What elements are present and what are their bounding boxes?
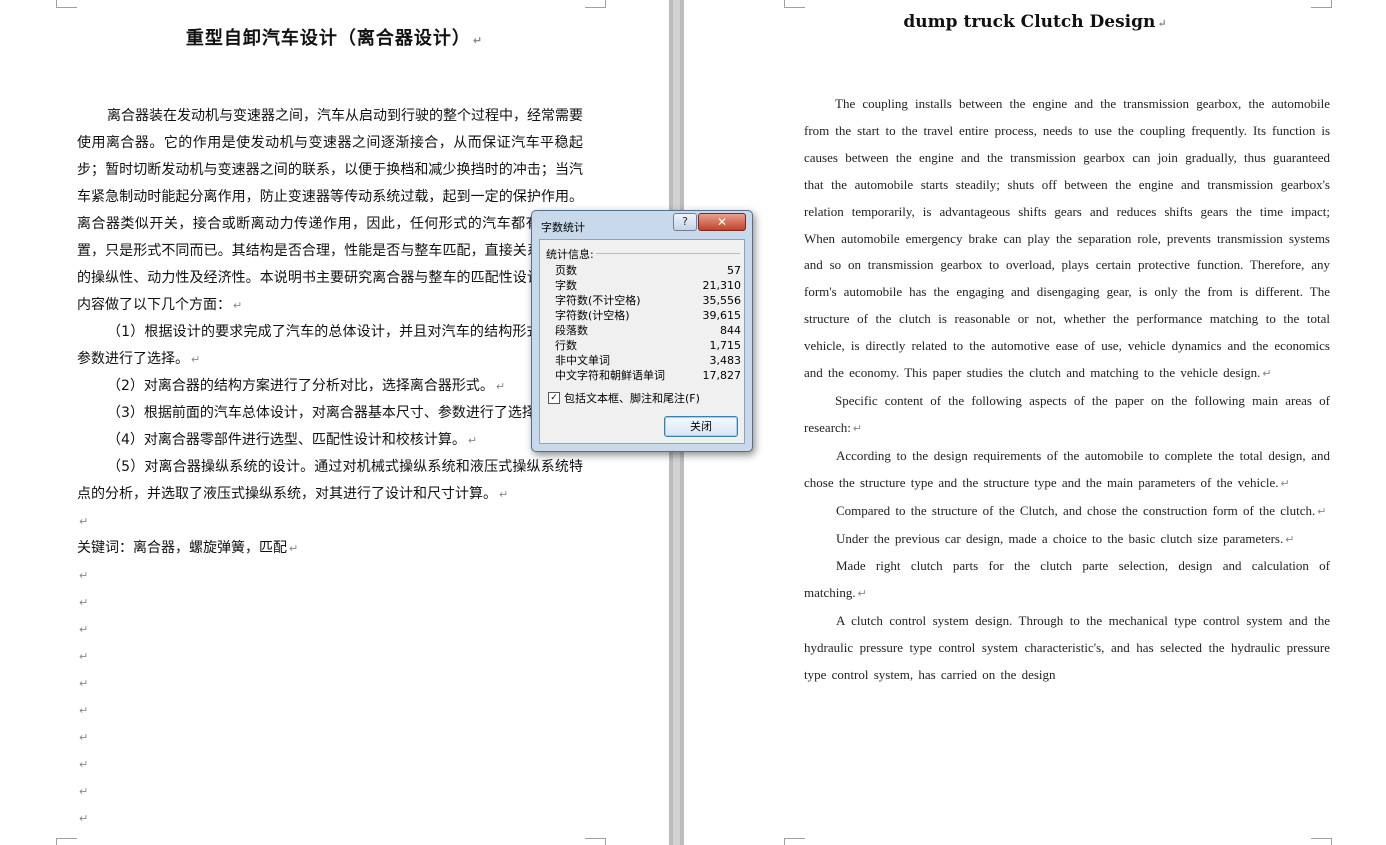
paragraph: （1）根据设计的要求完成了汽车的总体设计，并且对汽车的结构形式和主要参数进行了选… <box>77 324 583 367</box>
stat-label: 页数 <box>555 264 577 277</box>
stat-value: 3,483 <box>709 354 742 367</box>
crop-mark <box>1311 0 1332 8</box>
empty-paragraph: ↵ <box>79 731 89 744</box>
crop-mark <box>784 838 805 845</box>
paragraph: （5）对离合器操纵系统的设计。通过对机械式操纵系统和液压式操纵系统特点的分析，并… <box>77 459 583 502</box>
statistics-label: 统计信息: <box>546 248 594 261</box>
empty-paragraph: ↵ <box>79 569 89 582</box>
stat-value: 21,310 <box>702 279 742 292</box>
crop-mark <box>56 0 77 8</box>
stat-row: 中文字符和朝鲜语单词 17,827 <box>555 368 741 383</box>
keywords-line: 关键词：离合器，螺旋弹簧，匹配 ↵ <box>77 540 299 556</box>
stat-row: 段落数 844 <box>555 323 741 338</box>
stat-row: 字数 21,310 <box>555 278 741 293</box>
paragraph: A clutch control system design. Through … <box>804 613 1330 683</box>
paragraph: （2）对离合器的结构方案进行了分析对比，选择离合器形式。 ↵ <box>107 378 506 394</box>
paragraph: Compared to the structure of the Clutch,… <box>836 502 1327 518</box>
paragraph: （4）对离合器零部件进行选型、匹配性设计和校核计算。 ↵ <box>107 432 478 448</box>
stat-value: 39,615 <box>702 309 742 322</box>
stat-label: 中文字符和朝鲜语单词 <box>555 369 665 382</box>
stat-value: 35,556 <box>702 294 742 307</box>
crop-mark <box>1311 838 1332 845</box>
empty-paragraph: ↵ <box>79 677 89 690</box>
stat-row: 字符数(计空格) 39,615 <box>555 308 741 323</box>
stat-value: 17,827 <box>702 369 742 382</box>
dialog-title: 字数统计 <box>541 221 585 234</box>
stat-label: 段落数 <box>555 324 588 337</box>
empty-paragraph: ↵ <box>79 596 89 609</box>
empty-paragraph: ↵ <box>79 515 89 528</box>
paragraph: According to the design requirements of … <box>804 447 1330 490</box>
close-icon: ✕ <box>716 215 728 229</box>
stat-value: 844 <box>720 324 741 337</box>
stat-label: 非中文单词 <box>555 354 610 367</box>
separator <box>596 253 740 254</box>
paragraph: Under the previous car design, made a ch… <box>836 530 1295 546</box>
empty-paragraph: ↵ <box>79 650 89 663</box>
empty-paragraph: ↵ <box>79 812 89 825</box>
stat-value: 1,715 <box>709 339 742 352</box>
stat-row: 字符数(不计空格) 35,556 <box>555 293 741 308</box>
crop-mark <box>585 0 606 8</box>
crop-mark <box>585 838 606 845</box>
empty-paragraph: ↵ <box>79 758 89 771</box>
stat-label: 行数 <box>555 339 577 352</box>
paragraph: Specific content of the following aspect… <box>804 392 1330 435</box>
help-button[interactable]: ? <box>673 213 697 231</box>
stat-label: 字符数(不计空格) <box>555 294 641 307</box>
empty-paragraph: ↵ <box>79 623 89 636</box>
dialog-close-x-button[interactable]: ✕ <box>698 213 746 231</box>
stat-row: 行数 1,715 <box>555 338 741 353</box>
paragraph: Made right clutch parts for the clutch p… <box>804 558 1330 601</box>
stat-label: 字数 <box>555 279 577 292</box>
paragraph: （3）根据前面的汽车总体设计，对离合器基本尺寸、参数进行了选择。↵ <box>107 405 561 421</box>
english-title[interactable]: dump truck Clutch Design ↵ <box>684 12 1386 32</box>
empty-paragraph: ↵ <box>79 704 89 717</box>
stat-label: 字符数(计空格) <box>555 309 630 322</box>
chinese-title[interactable]: 重型自卸汽车设计（离合器设计） ↵ <box>0 24 669 50</box>
english-body[interactable]: The coupling installs between the engine… <box>804 91 1330 689</box>
crop-mark <box>784 0 805 8</box>
include-textboxes-checkbox[interactable]: ✓ <box>548 392 560 404</box>
dialog-panel: 统计信息: 页数 57 字数 21,310 字符数(不计空格) 35,556 字符数(… <box>539 239 745 444</box>
word-count-dialog[interactable]: 字数统计 ? ✕ 统计信息: 页数 57 字数 21,310 字符数(不计空格) 35… <box>531 210 753 452</box>
empty-paragraph: ↵ <box>79 785 89 798</box>
stat-value: 57 <box>727 264 741 277</box>
crop-mark <box>56 838 77 845</box>
include-textboxes-checkbox-row[interactable]: ✓ 包括文本框、脚注和尾注(F) <box>548 390 700 406</box>
stat-row: 非中文单词 3,483 <box>555 353 741 368</box>
stat-row: 页数 57 <box>555 263 741 278</box>
close-button[interactable]: 关闭 <box>664 416 738 437</box>
help-icon: ? <box>682 215 688 228</box>
paragraph: 离合器装在发动机与变速器之间，汽车从启动到行驶的整个过程中，经常需要使用离合器。… <box>77 108 583 313</box>
paragraph: The coupling installs between the engine… <box>804 96 1330 381</box>
checkbox-label[interactable]: 包括文本框、脚注和尾注(F) <box>564 390 700 406</box>
statistics-list: 页数 57 字数 21,310 字符数(不计空格) 35,556 字符数(计空格) 39… <box>555 263 741 383</box>
chinese-body[interactable]: 离合器装在发动机与变速器之间，汽车从启动到行驶的整个过程中，经常需要使用离合器。… <box>77 103 583 832</box>
